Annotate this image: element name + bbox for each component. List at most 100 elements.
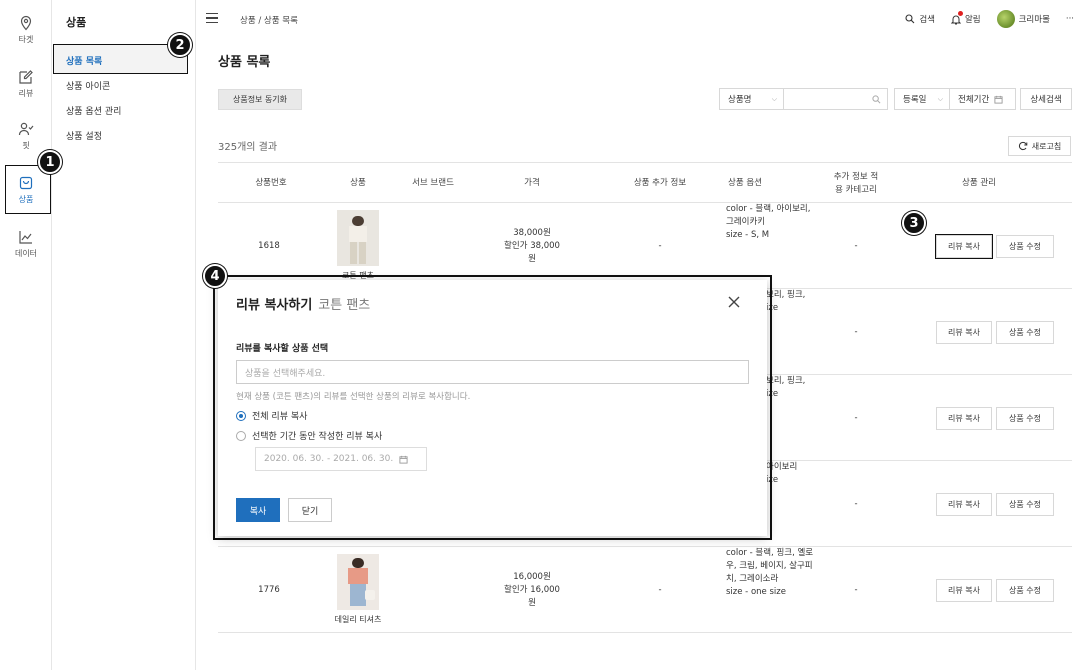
close-icon[interactable] <box>726 294 742 310</box>
alarm-button[interactable]: 알림 <box>950 11 981 25</box>
product-id: 1776 <box>258 584 280 595</box>
subnav-item-option-manage[interactable]: 상품 옵션 관리 <box>66 104 121 117</box>
more-menu-icon[interactable]: ··· <box>1066 14 1074 24</box>
table-row: 1776 데일리 티셔츠 16,000원 할인가 16,000원 - color… <box>218 547 1072 633</box>
modal-title: 리뷰 복사하기 코튼 팬츠 <box>236 294 370 313</box>
product-thumbnail[interactable] <box>337 554 379 610</box>
radio-checked-icon <box>236 410 246 421</box>
review-copy-button[interactable]: 리뷰 복사 <box>936 578 992 602</box>
extra-info: - <box>658 584 662 595</box>
modal-title-text: 리뷰 복사하기 <box>236 298 313 313</box>
price-cell: 16,000원 할인가 16,000원 <box>504 547 560 633</box>
chart-line-icon <box>19 231 32 244</box>
option-cell: color - 블랙, 핑크, 옐로 우, 크림, 베이지, 살구피 치, 그레… <box>726 547 836 633</box>
advanced-search-button[interactable]: 상세검색 <box>1020 88 1072 110</box>
help-text: 현재 상품 (코튼 팬츠)의 리뷰를 선택한 상품의 리뷰로 복사합니다. <box>236 392 471 402</box>
option-line: 치, 그레이소라 <box>726 574 779 584</box>
manage-cell: 리뷰 복사 상품 수정 <box>918 289 1072 375</box>
calendar-icon <box>399 455 408 464</box>
subnav-title: 상품 <box>66 16 87 29</box>
manage-cell: 리뷰 복사 상품 수정 <box>918 547 1072 633</box>
discount-price: 할인가 38,000원 <box>504 240 560 264</box>
product-cell: 데일리 티셔츠 <box>326 547 390 633</box>
product-edit-button[interactable]: 상품 수정 <box>996 492 1054 516</box>
chevron-down-icon: ⌵ <box>937 94 943 103</box>
step-marker-2: 2 <box>168 33 192 57</box>
manage-cell: 리뷰 복사 상품 수정 <box>918 461 1072 547</box>
date-field-select[interactable]: 등록일 ⌵ <box>894 88 950 110</box>
period-range-picker[interactable]: 2020. 06. 30. - 2021. 06. 30. <box>255 447 427 471</box>
period-range-value: 2020. 06. 30. - 2021. 06. 30. <box>264 454 394 464</box>
calendar-icon <box>994 95 1003 104</box>
product-edit-button[interactable]: 상품 수정 <box>996 320 1054 344</box>
page-title: 상품 목록 <box>218 55 271 70</box>
search-input[interactable] <box>784 88 888 110</box>
close-button[interactable]: 닫기 <box>288 498 332 522</box>
chevron-down-icon: ⌵ <box>771 94 777 103</box>
price: 38,000원 <box>513 227 551 238</box>
rail-item-fit[interactable]: 핏 <box>4 114 48 158</box>
results-count: 325개의 결과 <box>218 142 278 153</box>
refresh-button[interactable]: 새로고침 <box>1008 136 1071 156</box>
option-cell: 보리, 핑크, ize <box>766 289 826 375</box>
review-copy-button[interactable]: 리뷰 복사 <box>936 492 992 516</box>
option-line: size - one size <box>726 587 786 597</box>
header-actions: 검색 알림 크리마몰 ··· <box>905 10 1074 28</box>
manage-cell: 리뷰 복사 상품 수정 <box>918 375 1072 461</box>
option-line: size - S, M <box>726 230 770 240</box>
avatar <box>996 10 1015 28</box>
option-line: 그레이카키 <box>726 217 766 227</box>
date-range-picker[interactable]: 전체기간 <box>950 88 1016 110</box>
search-field-select[interactable]: 상품명 ⌵ <box>719 88 784 110</box>
radio-label: 전체 리뷰 복사 <box>252 412 308 422</box>
rail-item-review[interactable]: 리뷰 <box>4 62 48 106</box>
column-header: 상품번호 <box>255 178 287 188</box>
option-line: color - 블랙, 아이보리, <box>726 204 811 214</box>
category-info: - <box>854 326 858 337</box>
option-line: color - 블랙, 핑크, 옐로 <box>726 548 814 558</box>
rail-item-data[interactable]: 데이터 <box>4 222 48 266</box>
top-bar: 상품 / 상품 목록 검색 알림 크리마몰 ··· <box>196 0 1086 38</box>
search-button[interactable]: 검색 <box>905 13 935 25</box>
review-copy-modal: 리뷰 복사하기 코튼 팬츠 리뷰를 복사할 상품 선택 상품을 선택해주세요. 현… <box>218 280 767 536</box>
user-check-icon <box>18 122 34 136</box>
option-line: 우, 크림, 베이지, 살구피 <box>726 561 813 571</box>
category-info: - <box>854 498 858 509</box>
rail-item-target[interactable]: 타겟 <box>4 8 48 52</box>
price: 16,000원 <box>513 571 551 582</box>
product-edit-button[interactable]: 상품 수정 <box>996 406 1054 430</box>
manage-cell: 리뷰 복사 상품 수정 <box>918 203 1072 289</box>
breadcrumb: 상품 / 상품 목록 <box>240 16 298 26</box>
review-copy-button[interactable]: 리뷰 복사 <box>936 406 992 430</box>
rail-label: 리뷰 <box>18 89 34 98</box>
search-label: 검색 <box>919 15 935 25</box>
date-range-value: 전체기간 <box>958 95 990 105</box>
product-select-label: 리뷰를 복사할 상품 선택 <box>236 344 329 354</box>
search-icon <box>905 14 915 24</box>
subnav-item-product-list[interactable]: 상품 목록 <box>66 54 102 67</box>
product-thumbnail[interactable] <box>337 210 379 266</box>
table-header: 상품번호 상품 서브 브랜드 가격 상품 추가 정보 상품 옵션 추가 정보 적… <box>218 162 1072 203</box>
menu-icon[interactable] <box>206 13 218 23</box>
column-header: 상품 관리 <box>962 178 996 188</box>
sync-product-button[interactable]: 상품정보 동기화 <box>218 89 302 110</box>
subnav-item-product-icon[interactable]: 상품 아이콘 <box>66 79 110 92</box>
product-edit-button[interactable]: 상품 수정 <box>996 578 1054 602</box>
option-cell: 아이보리 ize <box>766 461 826 547</box>
product-select-input[interactable]: 상품을 선택해주세요. <box>236 360 749 384</box>
radio-label: 선택한 기간 동안 작성한 리뷰 복사 <box>252 432 383 442</box>
user-menu[interactable]: 크리마몰 <box>996 10 1050 28</box>
column-header: 상품 <box>350 178 366 188</box>
edit-icon <box>19 70 33 84</box>
radio-copy-all[interactable]: 전체 리뷰 복사 <box>236 409 307 422</box>
search-field-value: 상품명 <box>728 95 752 105</box>
product-edit-button[interactable]: 상품 수정 <box>996 234 1054 258</box>
rail-label: 핏 <box>22 141 30 150</box>
subnav-item-product-settings[interactable]: 상품 설정 <box>66 129 102 142</box>
copy-confirm-button[interactable]: 복사 <box>236 498 280 522</box>
icon-rail: 타겟 리뷰 핏 상품 데이터 <box>0 0 52 670</box>
radio-copy-period[interactable]: 선택한 기간 동안 작성한 리뷰 복사 <box>236 429 382 442</box>
review-copy-button[interactable]: 리뷰 복사 <box>935 233 993 259</box>
product-name[interactable]: 데일리 티셔츠 <box>335 613 382 626</box>
review-copy-button[interactable]: 리뷰 복사 <box>936 320 992 344</box>
